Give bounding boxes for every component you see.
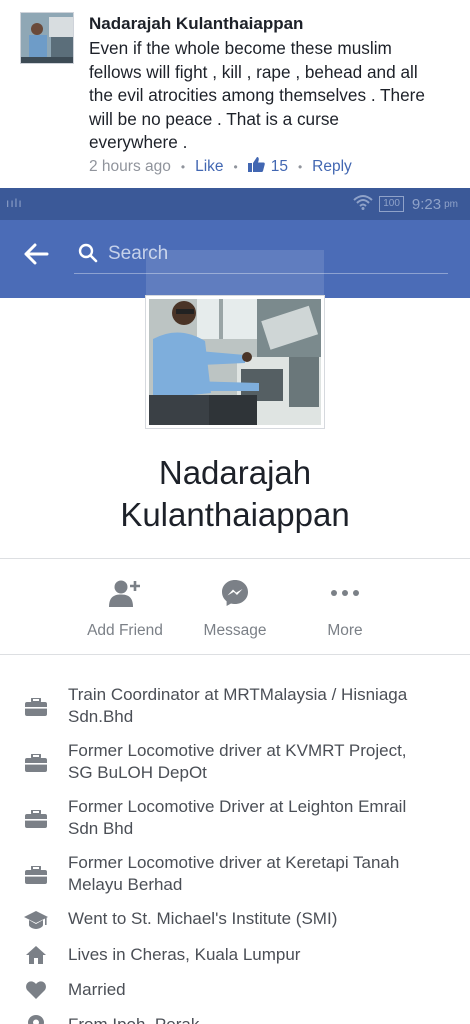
comment-author-name[interactable]: Nadarajah Kulanthaiappan	[89, 14, 303, 34]
comment-line: everywhere .	[89, 132, 188, 152]
about-line: Sdn Bhd	[68, 819, 134, 838]
status-right: 100 9:23 pm	[353, 194, 458, 214]
signal-indicator: ıılı	[6, 196, 23, 210]
about-line: Melayu Berhad	[68, 875, 183, 894]
divider	[0, 654, 470, 655]
message-label: Message	[203, 622, 267, 639]
separator-dot: •	[180, 160, 186, 174]
profile-actions: Add Friend Message More	[0, 570, 470, 650]
clock: 9:23	[411, 195, 442, 213]
divider	[0, 558, 470, 559]
battery-indicator: 100	[379, 196, 404, 212]
about-item-text: Former Locomotive Driver at Leighton Emr…	[68, 796, 448, 840]
message-button[interactable]: Message	[185, 578, 285, 640]
comment-like-count[interactable]: 15	[271, 158, 288, 176]
about-item-text: Former Locomotive driver at KVMRT Projec…	[68, 740, 448, 784]
clock-ampm: pm	[444, 198, 458, 210]
comment-text: Even if the whole become these muslim fe…	[89, 37, 459, 155]
status-bar: ıılı 100 9:23 pm	[0, 188, 470, 220]
comment-like-button[interactable]: Like	[195, 158, 223, 176]
comment-line: Even if the whole become these muslim	[89, 38, 392, 58]
about-line: Former Locomotive driver at KVMRT Projec…	[68, 741, 407, 760]
more-button[interactable]: More	[295, 578, 395, 640]
more-dots-icon	[295, 578, 395, 608]
about-item-text: Former Locomotive driver at Keretapi Tan…	[68, 852, 448, 896]
comment-timestamp: 2 hours ago	[89, 158, 171, 175]
about-line: Train Coordinator at MRTMalaysia / Hisni…	[68, 685, 408, 704]
search-icon	[78, 243, 98, 268]
comment: Nadarajah Kulanthaiappan Even if the who…	[0, 0, 470, 188]
about-line: From Ipoh, Perak	[68, 1014, 448, 1024]
about-item-text: Married	[68, 979, 448, 1001]
add-friend-icon	[75, 578, 175, 608]
profile-picture[interactable]	[146, 296, 324, 428]
more-label: More	[327, 622, 363, 639]
back-arrow-icon	[24, 243, 49, 265]
profile-name-line: Nadarajah	[158, 454, 312, 491]
briefcase-icon	[24, 865, 48, 885]
about-line: Former Locomotive driver at Keretapi Tan…	[68, 853, 400, 872]
about-item-text: Lives in Cheras, Kuala Lumpur	[68, 944, 448, 966]
about-line: SG BuLOH DepOt	[68, 763, 207, 782]
add-friend-label: Add Friend	[87, 622, 163, 639]
about-line: Married	[68, 980, 126, 999]
add-friend-button[interactable]: Add Friend	[75, 578, 175, 640]
back-button[interactable]	[22, 240, 50, 268]
heart-icon	[24, 980, 48, 1000]
comment-line: fellows will fight , kill , rape , behea…	[89, 61, 418, 82]
thumbs-up-icon	[247, 157, 265, 177]
separator-dot: •	[233, 160, 238, 174]
graduation-cap-icon	[24, 910, 48, 930]
profile-name: Nadarajah Kulanthaiappan	[0, 452, 470, 536]
about-line: Sdn.Bhd	[68, 707, 134, 726]
briefcase-icon	[24, 809, 48, 829]
wifi-icon	[353, 194, 373, 214]
about-line: Lives in Cheras, Kuala Lumpur	[68, 945, 301, 964]
about-item-text: Went to St. Michael's Institute (SMI)	[68, 908, 448, 930]
briefcase-icon	[24, 753, 48, 773]
about-line: Went to St. Michael's Institute (SMI)	[68, 909, 338, 928]
location-pin-icon	[24, 1015, 48, 1024]
home-icon	[24, 945, 48, 965]
comment-meta: 2 hours ago • Like • 15 • Reply	[89, 157, 352, 177]
about-line: Former Locomotive Driver at Leighton Emr…	[68, 797, 407, 816]
comment-reply-button[interactable]: Reply	[312, 158, 352, 176]
messenger-icon	[185, 578, 285, 608]
comment-author-avatar[interactable]	[20, 12, 74, 64]
about-item-text: From Ipoh, Perak	[68, 1014, 448, 1024]
comment-line: the evil atrocities among themselves . T…	[89, 85, 425, 105]
cover-overlay	[146, 250, 324, 298]
about-item-text: Train Coordinator at MRTMalaysia / Hisni…	[68, 684, 448, 728]
profile-name-line: Kulanthaiappan	[120, 496, 350, 533]
briefcase-icon	[24, 697, 48, 717]
separator-dot: •	[297, 160, 303, 174]
comment-line: will be no peace . That is a curse	[89, 108, 339, 129]
